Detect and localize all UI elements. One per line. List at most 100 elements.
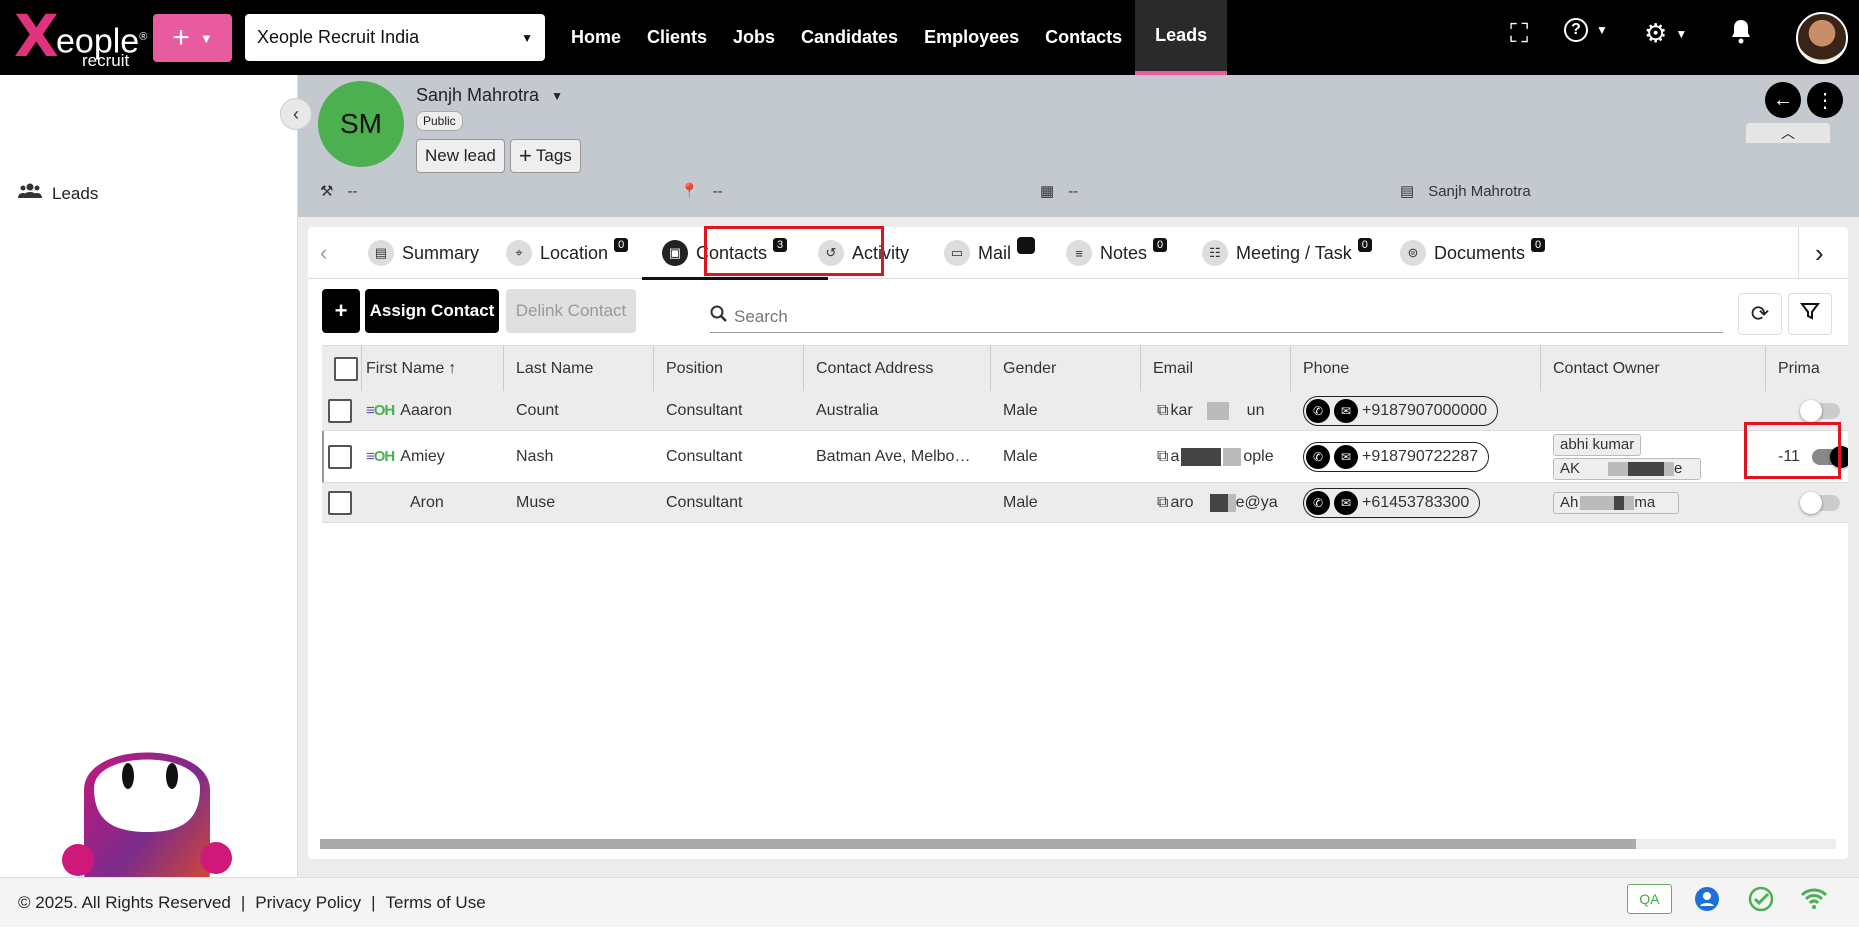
table-row[interactable]: ≡OH Amiey Nash Consultant Batman Ave, Mel… <box>322 431 1848 483</box>
user-circle-icon[interactable] <box>1694 886 1720 919</box>
email-text: kar <box>1170 401 1193 419</box>
column-header-gender[interactable]: Gender <box>991 346 1141 392</box>
back-arrow-button[interactable]: ← <box>1765 82 1801 118</box>
row-checkbox[interactable] <box>328 398 352 423</box>
lead-status-button[interactable]: New lead <box>416 139 505 173</box>
copy-icon[interactable]: ⧉ <box>1157 448 1168 466</box>
help-icon[interactable]: ? ▼ <box>1564 18 1608 42</box>
tags-button[interactable]: + Tags <box>510 139 581 173</box>
tabs-scroll-right-button[interactable]: › <box>1798 227 1824 279</box>
footer-separator: | <box>371 892 376 912</box>
nav-jobs[interactable]: Jobs <box>720 0 788 75</box>
meta-owner-value: Sanjh Mahrotra <box>1428 182 1531 200</box>
first-name[interactable]: Aron <box>410 494 444 512</box>
delink-contact-button[interactable]: Delink Contact <box>506 289 636 333</box>
quick-add-button[interactable]: + ▼ <box>153 14 232 62</box>
store-icon: ▤ <box>1400 183 1415 200</box>
tab-count-badge: 0 <box>614 238 629 252</box>
owner-chip[interactable]: AK e <box>1553 457 1701 480</box>
nav-employees[interactable]: Employees <box>911 0 1032 75</box>
row-checkbox[interactable] <box>328 490 352 515</box>
tab-meeting-task[interactable]: ☷ Meeting / Task 0 <box>1202 227 1372 279</box>
nav-clients[interactable]: Clients <box>634 0 720 75</box>
phone-chip[interactable]: ✆ ✉ +61453783300 <box>1303 487 1481 518</box>
column-header-email[interactable]: Email <box>1141 346 1291 392</box>
sidebar-collapse-button[interactable]: ‹ <box>280 98 312 130</box>
nav-candidates[interactable]: Candidates <box>788 0 911 75</box>
tab-contacts[interactable]: ▣ Contacts 3 <box>662 227 788 279</box>
tab-notes[interactable]: ≡ Notes 0 <box>1066 227 1168 279</box>
call-icon[interactable]: ✆ <box>1306 398 1330 423</box>
notification-bell-icon[interactable] <box>1730 18 1752 44</box>
organization-value: Xeople Recruit India <box>257 27 420 47</box>
copy-icon[interactable]: ⧉ <box>1157 494 1168 512</box>
row-select-cell <box>322 483 352 522</box>
assign-contact-button[interactable]: Assign Contact <box>365 289 499 333</box>
sidebar-item-leads[interactable]: Leads <box>18 183 98 204</box>
tab-documents[interactable]: ⊜ Documents 0 <box>1400 227 1546 279</box>
column-header-contact-address[interactable]: Contact Address <box>804 346 991 392</box>
chevron-down-icon[interactable]: ▼ <box>551 89 563 103</box>
row-checkbox[interactable] <box>328 444 352 469</box>
redacted-block <box>1227 493 1236 512</box>
copy-icon[interactable]: ⧉ <box>1157 402 1168 420</box>
settings-gear-icon[interactable]: ⚙ ▼ <box>1644 18 1687 49</box>
arrow-left-icon: ← <box>1773 88 1793 111</box>
email-cell: ⧉ a ople <box>1141 431 1289 482</box>
top-bar: X eople® recruit + ▼ Xeople Recruit India… <box>0 0 1859 75</box>
tab-mail[interactable]: ▭ Mail <box>944 227 1036 279</box>
gender-cell: Male <box>1003 447 1038 465</box>
primary-toggle[interactable] <box>1811 445 1848 468</box>
primary-toggle[interactable] <box>1800 399 1840 422</box>
organization-select[interactable]: Xeople Recruit India ▼ <box>245 14 545 61</box>
sms-icon[interactable]: ✉ <box>1334 444 1358 469</box>
collapse-header-button[interactable]: ︿ <box>1746 123 1830 143</box>
refresh-button[interactable]: ⟳ <box>1738 293 1782 335</box>
primary-toggle[interactable] <box>1800 491 1840 514</box>
column-header-first-name[interactable]: First Name ↑ <box>354 346 504 392</box>
column-header-position[interactable]: Position <box>654 346 804 392</box>
sms-icon[interactable]: ✉ <box>1334 490 1358 515</box>
first-name[interactable]: Amiey <box>400 448 444 466</box>
nav-leads[interactable]: Leads <box>1135 0 1228 75</box>
meta-company-value: -- <box>1068 182 1079 200</box>
phone-chip[interactable]: ✆ ✉ +9187907000000 <box>1303 395 1499 426</box>
app-logo[interactable]: X eople® recruit <box>10 2 147 71</box>
add-contact-button[interactable]: + <box>322 289 360 333</box>
sms-icon[interactable]: ✉ <box>1334 398 1358 423</box>
table-row[interactable]: ≡OH Aaaron Count Consultant Australia Mal… <box>322 391 1848 431</box>
tab-activity[interactable]: ↺ Activity <box>818 227 909 279</box>
call-icon[interactable]: ✆ <box>1306 490 1330 515</box>
last-name-cell: Nash <box>516 447 554 465</box>
owner-chip[interactable]: Ah ma <box>1553 491 1679 514</box>
column-header-phone[interactable]: Phone <box>1291 346 1541 392</box>
privacy-policy-link[interactable]: Privacy Policy <box>255 893 361 913</box>
tab-summary[interactable]: ▤ Summary <box>368 227 479 279</box>
tab-location[interactable]: ⌖ Location 0 <box>506 227 629 279</box>
first-name[interactable]: Aaaron <box>400 402 452 420</box>
check-circle-icon[interactable] <box>1748 886 1774 919</box>
terms-of-use-link[interactable]: Terms of Use <box>386 893 486 913</box>
owner-chip[interactable]: abhi kumar <box>1553 433 1642 456</box>
redacted-block <box>1614 495 1625 510</box>
logo-x-mark: X <box>14 2 59 70</box>
table-row[interactable]: Aron Muse Consultant Male ⧉ aro e@ya ✆ ✉ +61… <box>322 483 1848 523</box>
nav-home[interactable]: Home <box>558 0 634 75</box>
scrollbar-thumb[interactable] <box>320 839 1636 849</box>
nav-contacts[interactable]: Contacts <box>1032 0 1135 75</box>
more-options-button[interactable]: ⋮ <box>1807 82 1843 118</box>
call-icon[interactable]: ✆ <box>1306 444 1330 469</box>
fullscreen-icon[interactable]: ⛶ <box>1510 18 1528 50</box>
tabs-scroll-left-button[interactable]: ‹ <box>320 227 327 279</box>
filter-button[interactable] <box>1788 293 1832 335</box>
phone-chip[interactable]: ✆ ✉ +918790722287 <box>1303 441 1490 472</box>
horizontal-scrollbar[interactable] <box>320 839 1836 849</box>
column-header-contact-owner[interactable]: Contact Owner <box>1541 346 1766 392</box>
column-header-primary[interactable]: Prima <box>1766 346 1848 392</box>
user-avatar[interactable] <box>1796 12 1848 64</box>
lead-name[interactable]: Sanjh Mahrotra ▼ <box>416 85 563 106</box>
meta-industry-value: -- <box>347 182 358 200</box>
search-field[interactable]: Search <box>710 301 1723 333</box>
oh-tag-icon: ≡OH <box>366 402 395 419</box>
column-header-last-name[interactable]: Last Name <box>504 346 654 392</box>
